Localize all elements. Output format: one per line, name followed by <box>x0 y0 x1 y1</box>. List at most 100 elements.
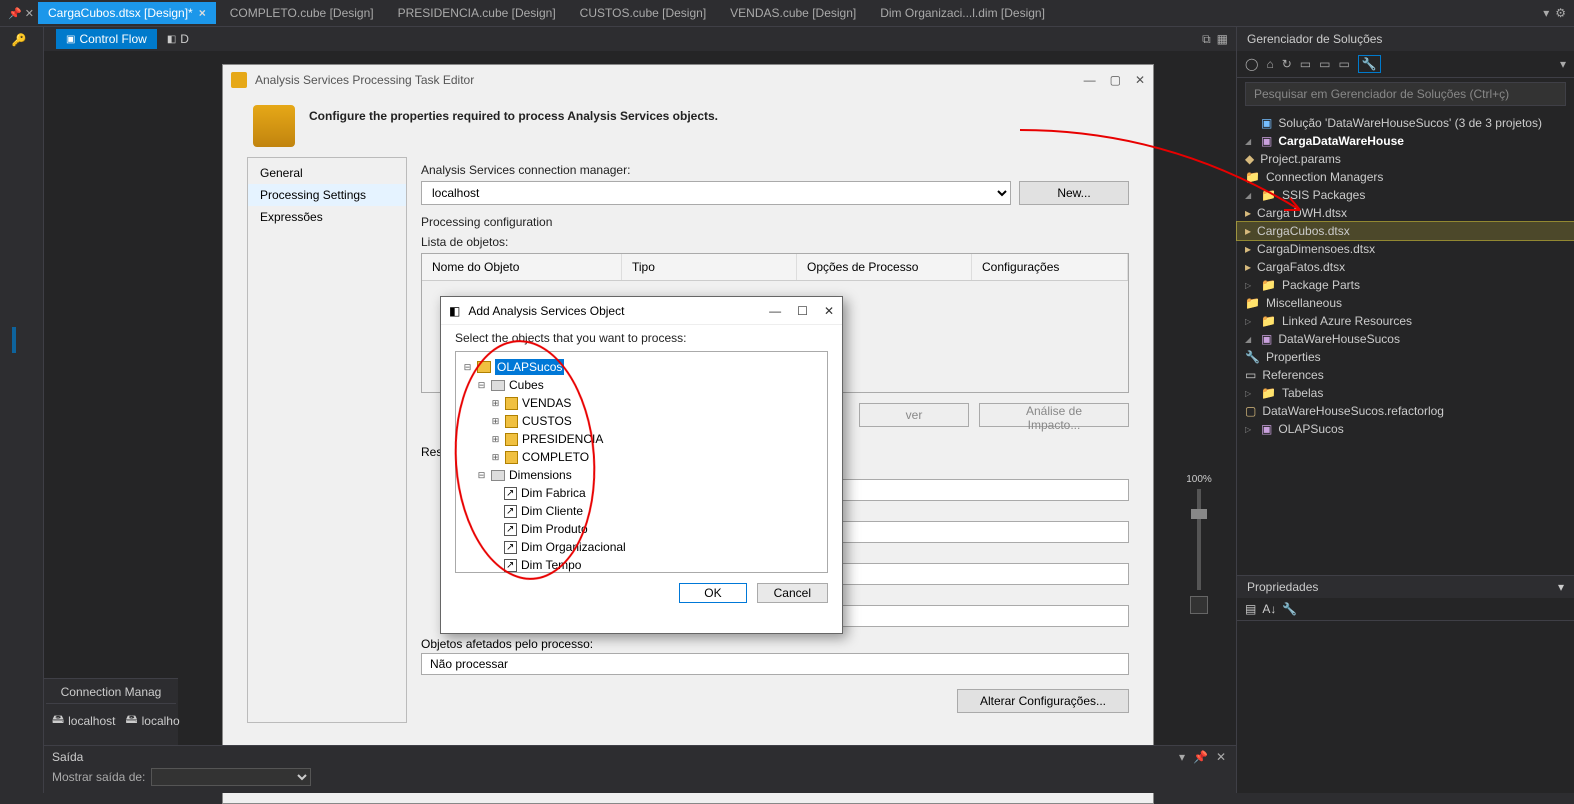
tree-item[interactable]: References <box>1262 368 1323 382</box>
back-icon[interactable]: ◯ <box>1245 57 1258 71</box>
tree-item[interactable]: Package Parts <box>1282 278 1360 292</box>
tree-root[interactable]: OLAPSucos <box>495 359 564 375</box>
tree-dim[interactable]: Dim Produto <box>521 521 588 537</box>
overflow-icon[interactable]: ▾ <box>1543 6 1549 20</box>
conn-select[interactable]: localhost <box>421 181 1011 205</box>
categorized-icon[interactable]: ▤ <box>1245 602 1256 616</box>
tree-dim[interactable]: Dim Fabrica <box>521 485 586 501</box>
expander-icon[interactable]: ▷ <box>1245 281 1255 290</box>
expander-icon[interactable]: ▷ <box>1245 425 1255 434</box>
fit-to-screen-icon[interactable] <box>1190 596 1208 614</box>
tool-icon[interactable]: ▭ <box>1300 57 1311 71</box>
side-processing-settings[interactable]: Processing Settings <box>248 184 406 206</box>
object-tree[interactable]: ⊟OLAPSucos ⊟Cubes ⊞VENDAS ⊞CUSTOS ⊞PRESI… <box>455 351 828 573</box>
tool-icon[interactable]: ▭ <box>1338 57 1349 71</box>
output-source-select[interactable] <box>151 768 311 786</box>
project-olap[interactable]: OLAPSucos <box>1278 422 1343 436</box>
solution-root[interactable]: Solução 'DataWareHouseSucos' (3 de 3 pro… <box>1278 116 1542 130</box>
tab-completo[interactable]: COMPLETO.cube [Design] <box>220 2 384 24</box>
expander-icon[interactable]: ⊞ <box>490 413 501 429</box>
tab-active[interactable]: CargaCubos.dtsx [Design]*× <box>38 2 216 24</box>
conn-item[interactable]: 🖴localho <box>126 710 180 731</box>
col-type[interactable]: Tipo <box>622 254 797 280</box>
key-icon[interactable]: 🔑 <box>12 33 32 53</box>
tree-item[interactable]: Miscellaneous <box>1266 296 1342 310</box>
alter-button[interactable]: Alterar Configurações... <box>957 689 1129 713</box>
tab-vendas[interactable]: VENDAS.cube [Design] <box>720 2 866 24</box>
tree-cube[interactable]: COMPLETO <box>522 449 589 465</box>
col-name[interactable]: Nome do Objeto <box>422 254 622 280</box>
side-general[interactable]: General <box>248 162 406 184</box>
pin-icon[interactable]: 📌 ✕ <box>8 7 34 20</box>
layout-icon[interactable]: ⧉ <box>1202 32 1211 47</box>
tree-item[interactable]: Project.params <box>1260 152 1341 166</box>
dropdown-icon[interactable]: ▾ <box>1560 57 1566 71</box>
new-button[interactable]: New... <box>1019 181 1129 205</box>
pin-icon[interactable]: 📌 <box>1193 750 1208 764</box>
expander-icon[interactable]: ⊞ <box>490 395 501 411</box>
side-expressions[interactable]: Expressões <box>248 206 406 228</box>
expander-icon[interactable]: ⊟ <box>476 467 487 483</box>
sync-icon[interactable]: ↻ <box>1282 57 1292 71</box>
tree-dim[interactable]: Dim Cliente <box>521 503 583 519</box>
project-dw[interactable]: DataWareHouseSucos <box>1278 332 1400 346</box>
solution-search[interactable]: Pesquisar em Gerenciador de Soluções (Ct… <box>1245 82 1566 106</box>
alphabetical-icon[interactable]: A↓ <box>1262 602 1276 616</box>
wrench-icon[interactable]: 🔧 <box>1282 602 1297 616</box>
tree-item[interactable]: Linked Azure Resources <box>1282 314 1412 328</box>
conn-item[interactable]: 🖴localhost <box>52 710 116 731</box>
expander-icon[interactable]: ◢ <box>1245 137 1255 146</box>
tree-dim[interactable]: Dim Tempo <box>521 557 581 573</box>
expander-icon[interactable]: ◢ <box>1245 191 1255 200</box>
expander-icon[interactable]: ▷ <box>1245 389 1255 398</box>
home-icon[interactable]: ⌂ <box>1266 57 1273 71</box>
tab-presidencia[interactable]: PRESIDENCIA.cube [Design] <box>388 2 566 24</box>
dropdown-icon[interactable]: ▾ <box>1558 580 1564 594</box>
subtab-control-flow[interactable]: ▣Control Flow <box>56 29 157 49</box>
expander-icon[interactable]: ⊞ <box>490 449 501 465</box>
gear-icon[interactable]: ⚙ <box>1555 6 1566 20</box>
affected-input[interactable]: Não processar <box>421 653 1129 675</box>
dropdown-icon[interactable]: ▾ <box>1179 750 1185 764</box>
expander-icon[interactable]: ◢ <box>1245 335 1255 344</box>
project-carga[interactable]: CargaDataWareHouse <box>1278 134 1404 148</box>
tree-item[interactable]: Properties <box>1266 350 1321 364</box>
solution-tree[interactable]: ▣Solução 'DataWareHouseSucos' (3 de 3 pr… <box>1237 110 1574 442</box>
expander-icon[interactable]: ⊟ <box>462 359 473 375</box>
tree-cubes-folder[interactable]: Cubes <box>509 377 544 393</box>
maximize-icon[interactable]: ▢ <box>1110 73 1121 87</box>
tree-package-cargacubos[interactable]: CargaCubos.dtsx <box>1257 224 1350 238</box>
tree-ssis-packages[interactable]: SSIS Packages <box>1282 188 1365 202</box>
tree-package[interactable]: CargaDimensoes.dtsx <box>1257 242 1375 256</box>
tree-item[interactable]: DataWareHouseSucos.refactorlog <box>1262 404 1444 418</box>
ok-button[interactable]: OK <box>679 583 746 603</box>
tree-item[interactable]: Connection Managers <box>1266 170 1383 184</box>
close-icon[interactable]: ✕ <box>1135 73 1145 87</box>
tree-item[interactable]: Tabelas <box>1282 386 1323 400</box>
tool-icon[interactable]: ▭ <box>1319 57 1330 71</box>
grid-icon[interactable]: ▦ <box>1217 32 1228 47</box>
tab-custos[interactable]: CUSTOS.cube [Design] <box>570 2 717 24</box>
tree-cube[interactable]: PRESIDENCIA <box>522 431 603 447</box>
col-config[interactable]: Configurações <box>972 254 1128 280</box>
col-options[interactable]: Opções de Processo <box>797 254 972 280</box>
close-icon[interactable]: × <box>199 6 206 20</box>
tree-cube[interactable]: CUSTOS <box>522 413 572 429</box>
tree-dim[interactable]: Dim Organizacional <box>521 539 626 555</box>
tab-dim-org[interactable]: Dim Organizaci...l.dim [Design] <box>870 2 1055 24</box>
close-icon[interactable]: ✕ <box>1216 750 1226 764</box>
minimize-icon[interactable]: — <box>1084 73 1096 87</box>
minimize-icon[interactable]: — <box>769 304 781 318</box>
cancel-button[interactable]: Cancel <box>757 583 828 603</box>
subtab-data[interactable]: ◧D <box>157 29 199 49</box>
zoom-slider[interactable]: 100% <box>1182 474 1216 614</box>
zoom-thumb[interactable] <box>1191 509 1207 519</box>
maximize-icon[interactable]: ☐ <box>797 304 808 318</box>
tree-package[interactable]: CargaFatos.dtsx <box>1257 260 1345 274</box>
close-icon[interactable]: ✕ <box>824 304 834 318</box>
expander-icon[interactable]: ⊞ <box>490 431 501 447</box>
tree-dim-folder[interactable]: Dimensions <box>509 467 572 483</box>
expander-icon[interactable]: ▷ <box>1245 317 1255 326</box>
tree-package[interactable]: Carga DWH.dtsx <box>1257 206 1347 220</box>
expander-icon[interactable]: ⊟ <box>476 377 487 393</box>
